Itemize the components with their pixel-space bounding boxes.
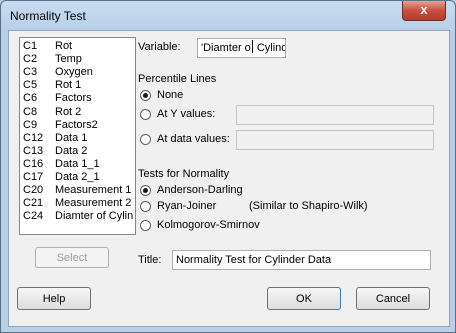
column-name: Data 1_1 (55, 157, 100, 170)
percentile-data-radio[interactable] (140, 134, 151, 145)
title-input[interactable]: Normality Test for Cylinder Data (172, 250, 431, 270)
column-id: C5 (23, 79, 38, 92)
column-name: Rot 1 (55, 79, 82, 92)
column-name: Data 2_1 (55, 171, 100, 183)
column-id: C24 (23, 210, 44, 223)
column-id: C2 (23, 53, 38, 66)
column-name: Measurement 2 (55, 197, 132, 210)
ok-button[interactable]: OK (267, 287, 341, 310)
column-id: C16 (23, 157, 44, 170)
column-name: Temp (55, 53, 82, 66)
column-name: Diamter of Cylin (55, 210, 134, 223)
select-button[interactable]: Select (35, 247, 109, 268)
anderson-darling-label: Anderson-Darling (157, 184, 243, 196)
anderson-darling-radio[interactable] (140, 185, 151, 196)
column-id: C8 (23, 105, 38, 118)
column-listbox[interactable]: C1 Rot C2 Temp C3 Oxygen C5 Rot 1 C6 Factors C8 Rot… (19, 37, 136, 235)
column-name: Factors2 (55, 118, 98, 131)
help-button[interactable]: Help (17, 287, 91, 310)
ryan-joiner-note: (Similar to Shapiro-Wilk) (249, 200, 368, 212)
variable-value-part1: 'Diamter o (201, 42, 251, 54)
percentile-none-label: None (157, 89, 184, 101)
column-id: C20 (23, 184, 44, 197)
variable-input[interactable]: 'Diamter o Cylind (197, 38, 286, 58)
column-id: C1 (23, 40, 38, 52)
window-title: Normality Test (10, 9, 86, 23)
data-values-input[interactable] (236, 130, 434, 150)
ryan-joiner-label: Ryan-Joiner (157, 200, 217, 212)
column-id: C17 (23, 171, 44, 183)
percentile-y-label: At Y values: (157, 108, 216, 120)
percentile-heading: Percentile Lines (138, 73, 217, 85)
column-name: Factors (55, 92, 92, 105)
variable-value-part2: Cylind (253, 42, 286, 54)
kolmogorov-smirnov-radio[interactable] (140, 220, 151, 231)
column-id: C12 (23, 131, 44, 144)
percentile-y-radio[interactable] (140, 109, 151, 120)
column-id: C6 (23, 92, 38, 105)
column-name: Rot (55, 40, 73, 52)
percentile-data-label: At data values: (157, 133, 230, 145)
column-name: Rot 2 (55, 105, 82, 118)
text-cursor (251, 40, 253, 53)
ryan-joiner-radio[interactable] (140, 201, 151, 212)
tests-heading: Tests for Normality (138, 168, 230, 180)
column-id: C9 (23, 118, 38, 131)
column-name: Data 1 (55, 131, 88, 144)
column-name: Data 2 (55, 144, 88, 157)
column-name: Measurement 1 (55, 184, 132, 197)
column-name: Oxygen (55, 66, 93, 79)
kolmogorov-smirnov-label: Kolmogorov-Smirnov (157, 219, 260, 231)
dialog-body: C1 Rot C2 Temp C3 Oxygen C5 Rot 1 C6 Factors C8 Rot… (8, 30, 450, 327)
column-id: C21 (23, 197, 44, 210)
variable-label: Variable: (138, 41, 181, 53)
column-id: C13 (23, 144, 44, 157)
close-button[interactable]: x (402, 1, 446, 21)
cancel-button[interactable]: Cancel (356, 287, 430, 310)
percentile-none-radio[interactable] (140, 90, 151, 101)
column-id: C3 (23, 66, 38, 79)
y-values-input[interactable] (236, 105, 434, 125)
title-label: Title: (138, 254, 162, 266)
dialog-window: Normality Test x C1 Rot C2 Temp C3 Oxygen C5 Ro… (0, 0, 456, 333)
